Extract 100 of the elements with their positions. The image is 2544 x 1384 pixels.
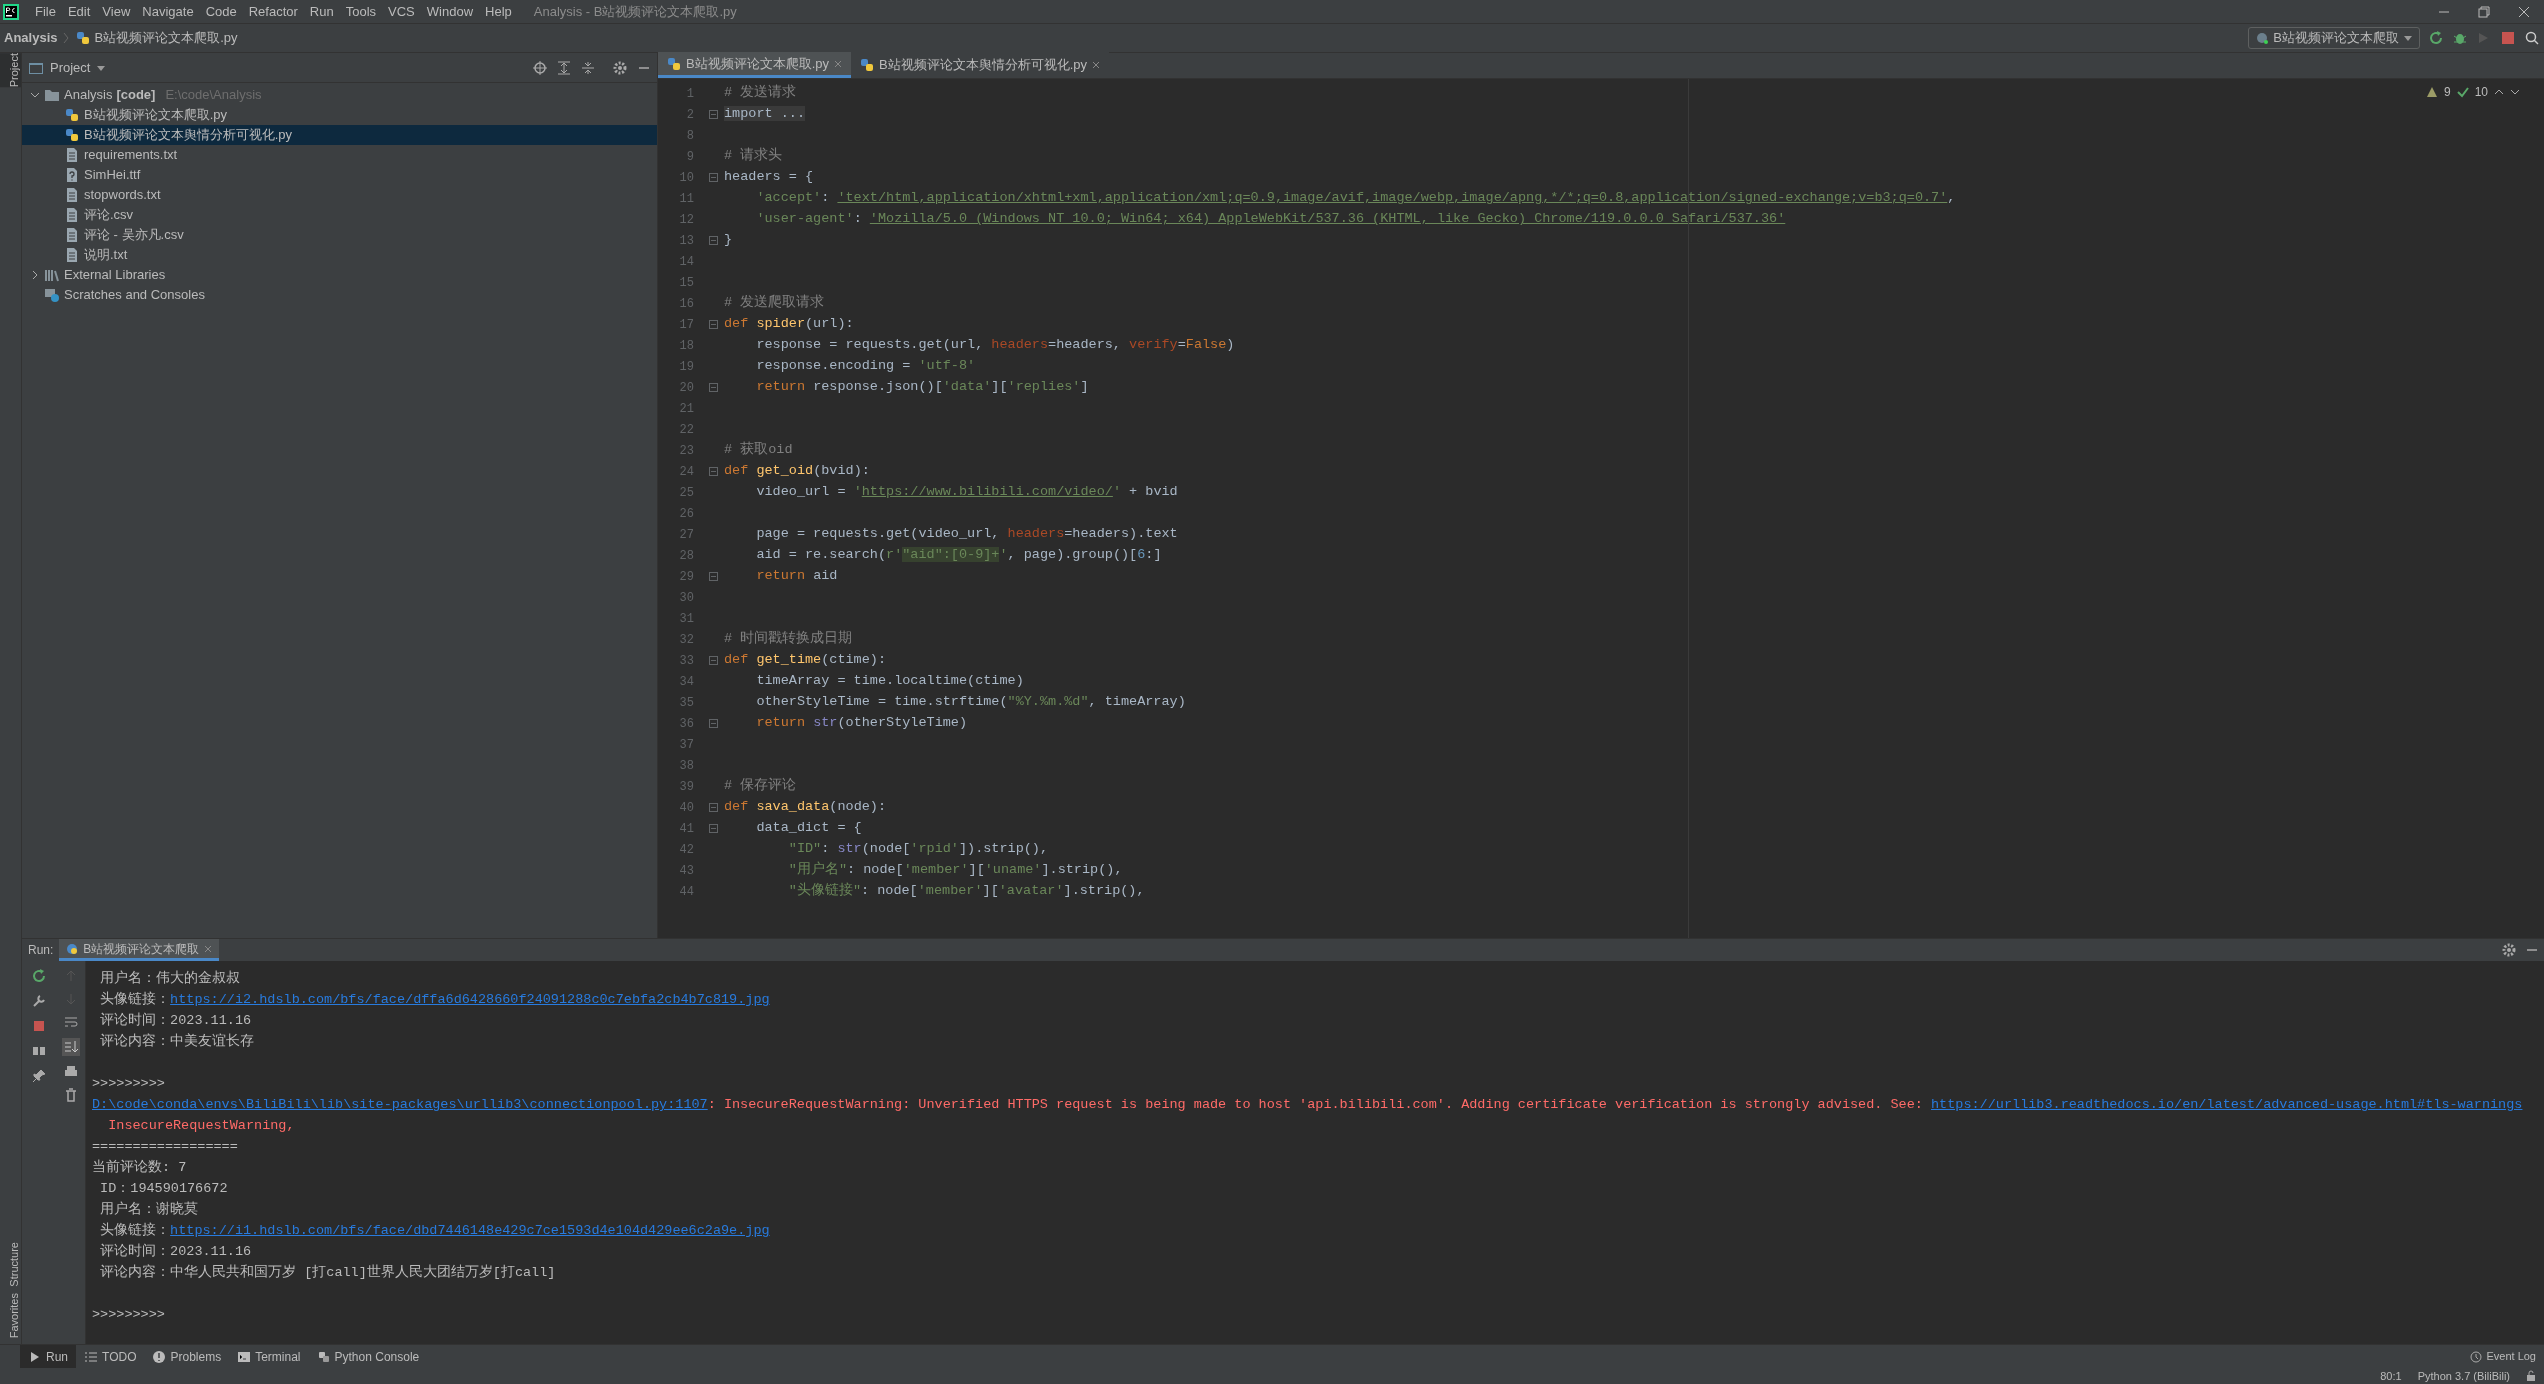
code-line: otherStyleTime = time.strftime("%Y.%m.%d", timeArray) (755, 693, 1186, 712)
library-icon (44, 267, 60, 283)
fold-marker-icon[interactable] (709, 572, 718, 581)
stop-icon[interactable] (2500, 30, 2516, 46)
tree-item-label: 说明.txt (84, 246, 128, 265)
run-tab[interactable]: B站视频评论文本爬取 (59, 939, 220, 961)
code-line: response.encoding = 'utf-8' (755, 357, 976, 376)
project-view-dropdown[interactable]: Project (50, 57, 107, 78)
pin-icon[interactable] (32, 1069, 46, 1083)
side-tab[interactable]: Favorites (0, 1292, 21, 1338)
menu-item[interactable]: View (96, 1, 137, 22)
expand-all-icon[interactable] (557, 60, 571, 75)
line-number: 38 (678, 757, 694, 775)
text-file-icon (64, 187, 80, 203)
fold-marker-icon[interactable] (709, 236, 718, 245)
tool-window-button[interactable]: Run (20, 1344, 76, 1369)
editor-tab[interactable]: B站视频评论文本爬取.py (658, 52, 851, 78)
tree-item[interactable]: B站视频评论文本舆情分析可视化.py (22, 125, 657, 145)
output-text: 评论内容：中美友谊长存 (99, 1032, 255, 1052)
event-log-icon (2470, 1350, 2483, 1363)
output-link[interactable]: https://i2.hdslb.com/bfs/face/dffa6d6428660f24091288c0c7ebfa2cb4b7c819.jpg (170, 990, 770, 1011)
rerun-icon[interactable] (32, 969, 46, 983)
side-tab[interactable]: Project (0, 53, 21, 88)
breadcrumb-project[interactable]: Analysis (0, 28, 58, 48)
tool-window-button[interactable]: TODO (76, 1344, 145, 1369)
print-icon[interactable] (63, 1065, 78, 1079)
tree-item[interactable]: requirements.txt (22, 145, 657, 165)
menu-item[interactable]: Code (199, 1, 243, 22)
menu-item[interactable]: File (29, 1, 62, 22)
output-text: 用户名：谢晓莫 (99, 1200, 199, 1220)
code-line: def get_time(ctime): (724, 651, 887, 670)
line-number: 34 (678, 673, 694, 691)
fold-marker-icon[interactable] (709, 656, 718, 665)
cursor-position[interactable]: 80:1 (2380, 1367, 2402, 1384)
project-window-icon (28, 60, 44, 75)
interpreter-label[interactable]: Python 3.7 (BiliBili) (2417, 1367, 2510, 1384)
line-number: 27 (678, 526, 694, 544)
output-link[interactable]: https://i1.hdslb.com/bfs/face/dbd7446148e429c7ce1593d4e104d429ee6c2a9e.jpg (170, 1221, 770, 1242)
fold-marker-icon[interactable] (709, 383, 718, 392)
output-text: 头像链接： (99, 1221, 171, 1241)
side-tab[interactable]: Structure (0, 1242, 21, 1287)
menu-item[interactable]: Tools (339, 1, 383, 22)
fold-marker-icon[interactable] (709, 173, 718, 182)
tree-item[interactable]: External Libraries (22, 265, 657, 285)
menu-item[interactable]: Run (303, 1, 340, 22)
tool-window-button[interactable]: Terminal (229, 1344, 309, 1369)
stop-icon[interactable] (32, 1019, 46, 1033)
fold-marker-icon[interactable] (709, 803, 718, 812)
tool-window-button[interactable]: Python Console (308, 1344, 428, 1369)
fold-marker-icon[interactable] (709, 824, 718, 833)
menu-item[interactable]: Edit (61, 1, 97, 22)
breadcrumb-file[interactable]: B站视频评论文本爬取.py (94, 28, 238, 48)
tree-item[interactable]: Scratches and Consoles (22, 285, 657, 305)
line-number: 42 (678, 841, 694, 859)
output-text: 评论时间：2023.11.16 (99, 1242, 252, 1262)
fold-marker-icon[interactable] (709, 467, 718, 476)
wrench-icon[interactable] (32, 994, 46, 1008)
collapse-all-icon[interactable] (581, 60, 595, 75)
layout-icon[interactable] (32, 1044, 46, 1058)
code-line: page = requests.get(video_url, headers=headers).text (755, 525, 1178, 544)
crosshair-icon[interactable] (533, 60, 547, 75)
menu-item[interactable]: Help (479, 1, 518, 22)
chevron-down-icon[interactable] (2510, 87, 2520, 97)
chevron-up-icon[interactable] (2494, 87, 2504, 97)
code-line: "ID": str(node['rpid']).strip(), (787, 840, 1049, 859)
fold-marker-icon[interactable] (709, 719, 718, 728)
tree-item[interactable]: 说明.txt (22, 245, 657, 265)
tree-item[interactable]: B站视频评论文本爬取.py (22, 105, 657, 125)
settings-icon[interactable] (613, 60, 627, 75)
soft-wrap-icon[interactable] (63, 1015, 78, 1029)
warning-icon (2425, 86, 2438, 98)
line-number: 36 (678, 715, 694, 733)
menu-item[interactable]: VCS (382, 1, 421, 22)
fold-marker-icon[interactable] (709, 320, 718, 329)
menu-item[interactable]: Navigate (136, 1, 200, 22)
output-link[interactable]: https://urllib3.readthedocs.io/en/latest/advanced-usage.html#tls-warnings (1931, 1095, 2523, 1116)
tree-item[interactable]: 评论.csv (22, 205, 657, 225)
line-number: 14 (678, 253, 694, 271)
output-link[interactable]: D:\code\conda\envs\BiliBili\lib\site-packages\urllib3\connectionpool.py:1107 (92, 1095, 708, 1116)
lock-icon[interactable] (2526, 1370, 2536, 1382)
rerun-icon[interactable] (2428, 30, 2444, 46)
close-icon[interactable] (1091, 60, 1102, 70)
settings-icon[interactable] (2502, 943, 2516, 957)
scroll-to-end-icon[interactable] (61, 1038, 80, 1056)
tool-window-button[interactable]: Problems (144, 1344, 230, 1369)
python-file-icon (666, 55, 682, 72)
tree-item[interactable]: 评论 - 吴亦凡.csv (22, 225, 657, 245)
menu-item[interactable]: Window (420, 1, 480, 22)
output-text: : InsecureRequestWarning: Unverified HTTPS request is being made to host 'api.bilibili.com'. Adding certificate verification is strongly advised. See: (707, 1096, 1924, 1115)
tree-item[interactable]: SimHei.ttf (22, 165, 657, 185)
fold-marker-icon[interactable] (709, 110, 718, 119)
event-log-button[interactable]: Event Log (2470, 1348, 2536, 1365)
search-icon[interactable] (2524, 30, 2540, 46)
trash-icon[interactable] (63, 1088, 78, 1102)
run-config-dropdown[interactable]: B站视频评论文本爬取 (2248, 27, 2420, 49)
python-run-icon (65, 941, 80, 956)
line-number: 43 (678, 862, 694, 880)
tree-item[interactable]: stopwords.txt (22, 185, 657, 205)
line-number: 10 (678, 169, 694, 187)
menu-item[interactable]: Refactor (242, 1, 304, 22)
